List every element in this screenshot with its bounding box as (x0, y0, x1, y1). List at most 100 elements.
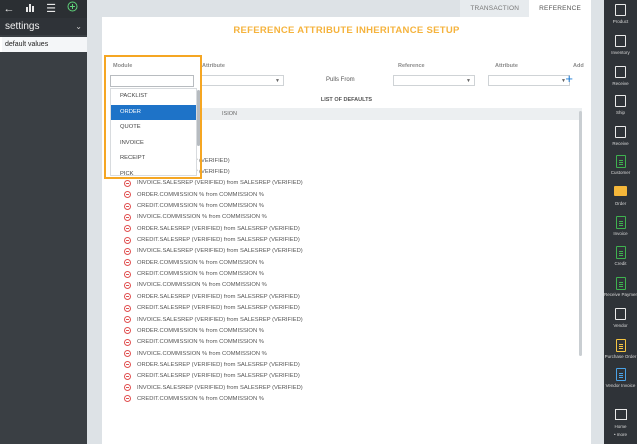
nav-item-home[interactable]: Home (604, 409, 637, 429)
remove-icon[interactable] (124, 327, 131, 335)
default-text: INVOICE.SALESREP (VERIFIED) from SALESRE… (137, 316, 303, 323)
add-button[interactable]: + (565, 72, 573, 86)
dropdown-scrollbar[interactable] (197, 90, 200, 146)
nav-label: Inventory (611, 50, 630, 55)
app-root: ← ☰ settings ⌄ default values TRANSACTIO… (0, 0, 637, 444)
dropdown-option[interactable]: ORDER (111, 104, 196, 120)
remove-icon[interactable] (124, 338, 131, 346)
nav-item-vendor[interactable]: Vendor (604, 308, 637, 328)
module-input[interactable] (110, 75, 194, 87)
remove-icon[interactable] (124, 304, 131, 312)
nav-item-inventory[interactable]: Inventory (604, 35, 637, 55)
home-icon (614, 409, 627, 422)
remove-icon[interactable] (124, 202, 131, 210)
list-item: CREDIT.COMMISSION % from COMMISSION % (124, 337, 576, 348)
nav-label: Credit (614, 261, 627, 266)
module-dropdown-list: PACKLIST ORDER QUOTE INVOICE RECEIPT PICK (110, 88, 197, 176)
remove-icon[interactable] (124, 350, 131, 358)
chevron-down-icon: ▼ (275, 78, 280, 84)
remove-icon[interactable] (124, 361, 131, 369)
list-item: CREDIT.COMMISSION % from COMMISSION % (124, 393, 576, 404)
nav-label: Receive Payment (604, 292, 637, 297)
nav-item-invoice[interactable]: Invoice (604, 216, 637, 236)
bar-chart-icon[interactable] (24, 0, 36, 18)
default-text: INVOICE.COMMISSION % from COMMISSION % (137, 214, 267, 221)
nav-item-receive-payment[interactable]: Receive Payment (604, 277, 637, 297)
default-text: CREDIT.SALESREP (VERIFIED) from SALESREP… (137, 305, 300, 312)
nav-label: Invoice (613, 231, 628, 236)
list-item: CREDIT.COMMISSION % from COMMISSION % (124, 268, 576, 279)
dropdown-option[interactable]: PACKLIST (111, 89, 196, 105)
nav-item-product[interactable]: Product (604, 4, 637, 24)
dropdown-option[interactable]: PICK (111, 167, 196, 176)
nav-item-receive[interactable]: Receive (604, 126, 637, 146)
remove-icon[interactable] (124, 281, 131, 289)
list-icon[interactable]: ☰ (45, 0, 57, 18)
right-nav: Product Inventory Receive Ship Receive Custom… (604, 0, 637, 444)
remove-icon[interactable] (124, 259, 131, 267)
reference-label: Reference (398, 63, 425, 69)
attribute-label-2: Attribute (495, 63, 518, 69)
back-arrow-icon[interactable]: ← (3, 0, 15, 18)
page-title: REFERENCE ATTRIBUTE INHERITANCE SETUP (233, 25, 460, 36)
default-text: CREDIT.COMMISSION % from COMMISSION % (137, 271, 264, 278)
nav-item-ship[interactable]: Ship (604, 95, 637, 115)
remove-icon[interactable] (124, 316, 131, 324)
tab-bar: TRANSACTION REFERENCE (460, 0, 591, 17)
remove-icon[interactable] (124, 213, 131, 221)
sidebar-item-default-values[interactable]: default values (0, 37, 87, 52)
add-label: Add (573, 63, 584, 69)
default-text: CREDIT.COMMISSION % from COMMISSION % (137, 339, 264, 346)
nav-item-customer[interactable]: Customer (604, 155, 637, 175)
nav-label: Product (612, 19, 629, 24)
nav-item-receive[interactable]: Receive (604, 66, 637, 86)
list-item: INVOICE.COMMISSION % from COMMISSION % (124, 212, 576, 223)
dropdown-option[interactable]: INVOICE (111, 136, 196, 152)
order-icon (614, 186, 627, 199)
left-toolbar: ← ☰ (0, 0, 87, 18)
remove-icon[interactable] (124, 236, 131, 244)
list-item: CREDIT.SALESREP (VERIFIED) from SALESREP… (124, 303, 576, 314)
remove-icon[interactable] (124, 270, 131, 278)
nav-item-purchase-order[interactable]: Purchase Order (604, 339, 637, 359)
settings-header[interactable]: settings ⌄ (0, 18, 87, 35)
list-item: ORDER.COMMISSION % from COMMISSION % (124, 189, 576, 200)
settings-title: settings (5, 21, 40, 32)
default-text: INVOICE.SALESREP (VERIFIED) from SALESRE… (137, 248, 303, 255)
dropdown-option[interactable]: RECEIPT (111, 151, 196, 167)
remove-icon[interactable] (124, 191, 131, 199)
more-link[interactable]: • more (604, 432, 637, 437)
tab-transaction[interactable]: TRANSACTION (460, 0, 530, 17)
chevron-down-icon[interactable]: ⌄ (75, 22, 82, 31)
list-item: INVOICE.COMMISSION % from COMMISSION % (124, 280, 576, 291)
nav-label: Receive (612, 141, 629, 146)
remove-icon[interactable] (124, 247, 131, 255)
customer-icon (614, 155, 627, 168)
remove-icon[interactable] (124, 372, 131, 380)
list-item: ORDER.SALESREP (VERIFIED) from SALESREP … (124, 291, 576, 302)
nav-item-order[interactable]: Order (604, 186, 637, 206)
chevron-down-icon: ▼ (466, 78, 471, 84)
attribute-select[interactable]: ▼ (200, 75, 284, 86)
list-item: INVOICE.SALESREP (VERIFIED) from SALESRE… (124, 246, 576, 257)
dropdown-option[interactable]: QUOTE (111, 120, 196, 136)
nav-item-vendor-invoice[interactable]: Vendor Invoice (604, 368, 637, 388)
default-text: CREDIT.SALESREP (VERIFIED) from SALESREP… (137, 237, 300, 244)
nav-label: Order (614, 201, 627, 206)
remove-icon[interactable] (124, 293, 131, 301)
remove-icon[interactable] (124, 179, 131, 187)
tab-reference[interactable]: REFERENCE (529, 0, 591, 17)
reference-select[interactable]: ▼ (393, 75, 475, 86)
list-item: INVOICE.SALESREP (VERIFIED) from SALESRE… (124, 382, 576, 393)
attribute-select-2[interactable]: ▼ (488, 75, 570, 86)
list-item: CREDIT.SALESREP (VERIFIED) from SALESREP… (124, 371, 576, 382)
nav-item-credit[interactable]: Credit (604, 246, 637, 266)
add-circle-icon[interactable] (66, 0, 78, 18)
list-item: ORDER.COMMISSION % from COMMISSION % (124, 325, 576, 336)
default-text: ORDER.SALESREP (VERIFIED) from SALESREP … (137, 225, 300, 232)
remove-icon[interactable] (124, 395, 131, 403)
list-scrollbar[interactable] (579, 111, 582, 356)
receive-icon (614, 126, 627, 139)
remove-icon[interactable] (124, 384, 131, 392)
remove-icon[interactable] (124, 225, 131, 233)
